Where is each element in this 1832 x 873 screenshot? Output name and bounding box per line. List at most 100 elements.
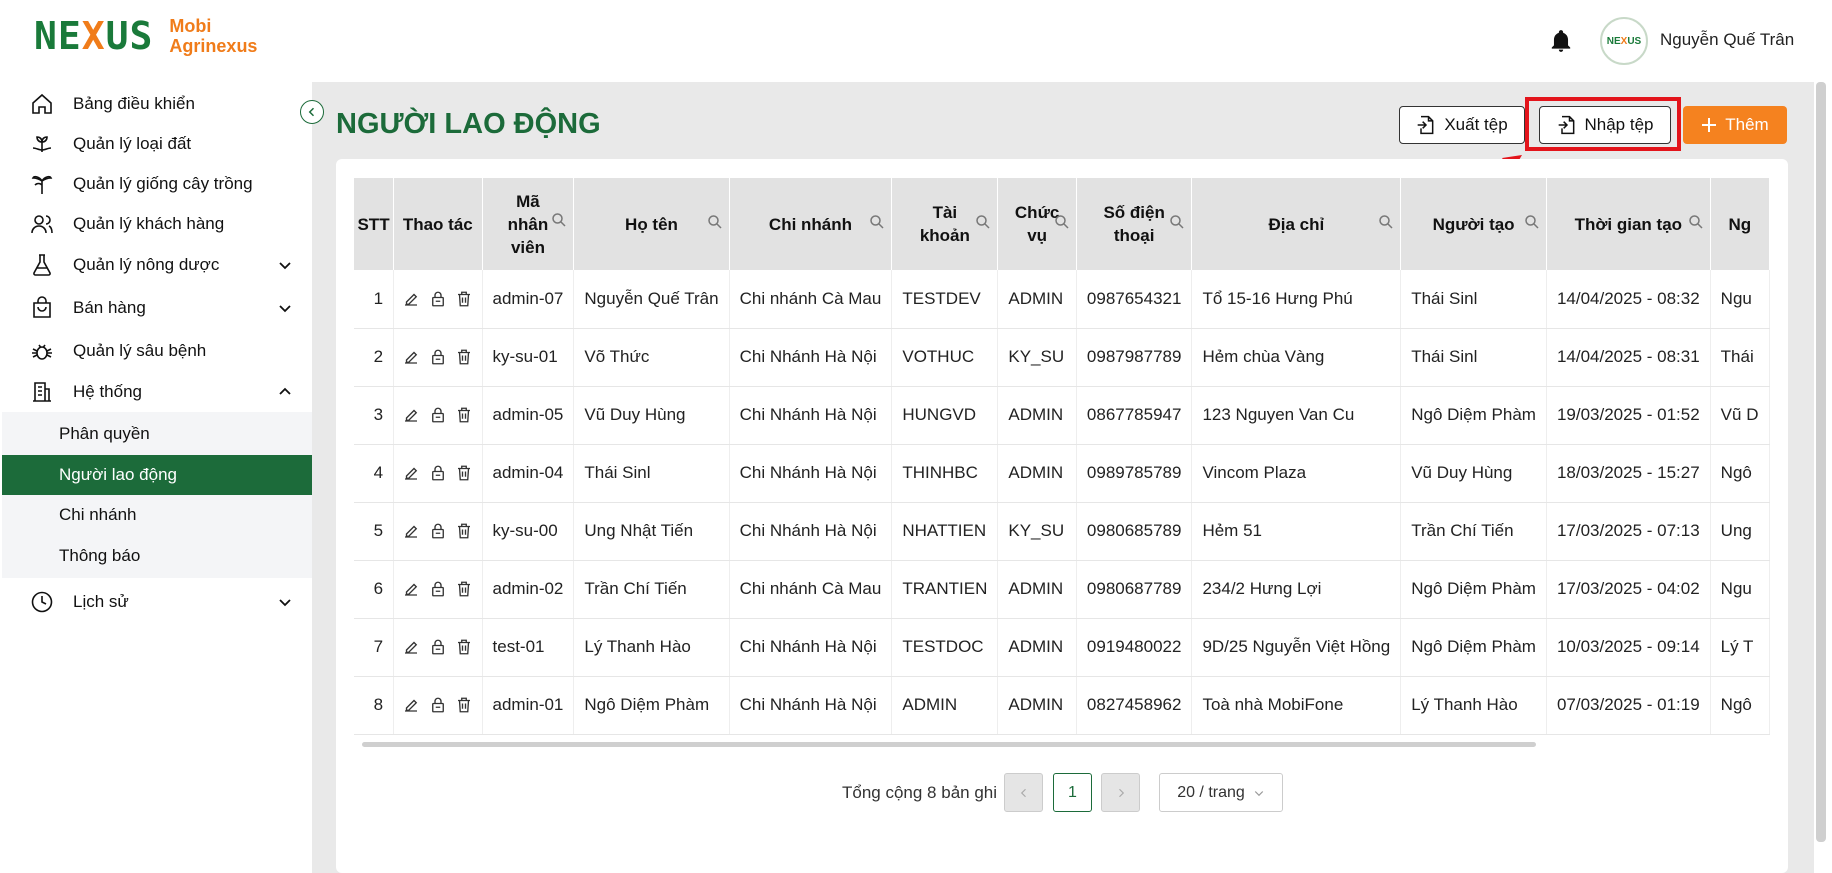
- col-header-address[interactable]: Địa chỉ: [1191, 178, 1402, 270]
- cell-phone: 0980685789: [1076, 502, 1193, 561]
- sidebar-subitem-branches[interactable]: Chi nhánh: [2, 495, 312, 535]
- sidebar-subitem-workers[interactable]: Người lao động: [2, 455, 312, 495]
- col-header-created[interactable]: Thời gian tạo: [1546, 178, 1711, 270]
- chevron-right-icon: [1118, 788, 1124, 797]
- building-icon: [33, 382, 51, 402]
- cell-name: Vũ Duy Hùng: [573, 386, 730, 445]
- search-icon[interactable]: [551, 212, 567, 228]
- search-icon[interactable]: [1524, 214, 1540, 230]
- brand-logo[interactable]: NEXUS Mobi Agrinexus: [34, 14, 257, 58]
- user-name[interactable]: Nguyễn Quế Trân: [1660, 30, 1794, 50]
- sidebar-item-sales[interactable]: Bán hàng: [0, 288, 312, 328]
- cell-account: TESTDEV: [891, 270, 999, 329]
- cell-name: Nguyễn Quế Trân: [573, 270, 730, 329]
- search-icon[interactable]: [707, 214, 723, 230]
- horizontal-scrollbar[interactable]: [362, 742, 1536, 747]
- col-header-role[interactable]: Chức vụ: [997, 178, 1077, 270]
- export-button-label: Xuất tệp: [1444, 115, 1508, 134]
- chevron-left-icon: [1020, 788, 1026, 797]
- table-header-row: STT Thao tác Mã nhân viên Họ tên Chi nhánh…: [354, 178, 1770, 270]
- col-header-actions: Thao tác: [393, 178, 483, 270]
- lock-icon[interactable]: [429, 406, 447, 424]
- lock-icon[interactable]: [429, 580, 447, 598]
- cell-stt: 5: [354, 502, 395, 561]
- lock-icon[interactable]: [429, 290, 447, 308]
- lock-icon[interactable]: [429, 696, 447, 714]
- lock-icon[interactable]: [429, 522, 447, 540]
- edit-icon[interactable]: [402, 696, 420, 714]
- prev-page-button[interactable]: [1004, 773, 1043, 812]
- edit-icon[interactable]: [402, 290, 420, 308]
- chevron-up-icon: [279, 387, 291, 395]
- sidebar-item-label: Quản lý giống cây trồng: [73, 174, 253, 193]
- avatar[interactable]: NE X US: [1600, 17, 1648, 65]
- add-button[interactable]: Thêm: [1683, 106, 1787, 144]
- col-header-code[interactable]: Mã nhân viên: [482, 178, 575, 270]
- col-header-branch[interactable]: Chi nhánh: [729, 178, 893, 270]
- delete-icon[interactable]: [455, 580, 473, 598]
- sidebar-item-customers[interactable]: Quản lý khách hàng: [0, 204, 312, 244]
- search-icon[interactable]: [1688, 214, 1704, 230]
- edit-icon[interactable]: [402, 464, 420, 482]
- delete-icon[interactable]: [455, 406, 473, 424]
- lock-icon[interactable]: [429, 464, 447, 482]
- delete-icon[interactable]: [455, 464, 473, 482]
- bell-icon[interactable]: [1548, 27, 1574, 55]
- col-header-updater[interactable]: Ng: [1710, 178, 1770, 270]
- sidebar-item-dashboard[interactable]: Bảng điều khiển: [0, 84, 312, 124]
- edit-icon[interactable]: [402, 638, 420, 656]
- lock-icon[interactable]: [429, 638, 447, 656]
- soil-icon: [32, 136, 52, 152]
- sidebar-item-pesticides[interactable]: Quản lý nông dược: [0, 245, 312, 285]
- sidebar-item-crops[interactable]: Quản lý giống cây trồng: [0, 164, 312, 204]
- col-header-name[interactable]: Họ tên: [573, 178, 730, 270]
- cell-code: test-01: [482, 618, 575, 677]
- cell-role: ADMIN: [997, 676, 1077, 735]
- delete-icon[interactable]: [455, 638, 473, 656]
- edit-icon[interactable]: [402, 348, 420, 366]
- sidebar-item-label: Lịch sử: [73, 592, 129, 611]
- cell-branch: Chi nhánh Cà Mau: [729, 560, 893, 619]
- sidebar-subitem-label: Chi nhánh: [59, 505, 137, 524]
- edit-icon[interactable]: [402, 522, 420, 540]
- cell-updater: Vũ D: [1710, 386, 1770, 445]
- sidebar-item-system[interactable]: Hệ thống: [0, 372, 312, 412]
- search-icon[interactable]: [1378, 214, 1394, 230]
- chevron-down-icon: [279, 599, 291, 607]
- search-icon[interactable]: [1054, 214, 1070, 230]
- col-header-creator[interactable]: Người tạo: [1400, 178, 1547, 270]
- sidebar-item-pests[interactable]: Quản lý sâu bệnh: [0, 331, 312, 371]
- home-icon: [32, 93, 52, 114]
- delete-icon[interactable]: [455, 348, 473, 366]
- next-page-button[interactable]: [1101, 773, 1140, 812]
- delete-icon[interactable]: [455, 522, 473, 540]
- delete-icon[interactable]: [455, 290, 473, 308]
- sidebar-item-history[interactable]: Lịch sử: [0, 582, 312, 622]
- sidebar-item-label: Quản lý khách hàng: [73, 214, 225, 233]
- cell-branch: Chi Nhánh Hà Nội: [729, 618, 893, 677]
- sidebar-subitem-permissions[interactable]: Phân quyền: [2, 414, 312, 454]
- cell-account: VOTHUC: [891, 328, 999, 387]
- edit-icon[interactable]: [402, 406, 420, 424]
- export-button[interactable]: Xuất tệp: [1399, 106, 1525, 144]
- search-icon[interactable]: [869, 214, 885, 230]
- users-icon: [31, 215, 53, 234]
- search-icon[interactable]: [1169, 214, 1185, 230]
- page-size-select[interactable]: 20 / trang: [1159, 773, 1283, 812]
- col-header-phone[interactable]: Số điện thoại: [1076, 178, 1193, 270]
- cell-creator: Trần Chí Tiến: [1400, 502, 1547, 561]
- sidebar-subitem-notifications[interactable]: Thông báo: [2, 536, 312, 576]
- sidebar-collapse-button[interactable]: [300, 100, 324, 124]
- page-1-button[interactable]: 1: [1053, 773, 1092, 812]
- delete-icon[interactable]: [455, 696, 473, 714]
- lock-icon[interactable]: [429, 348, 447, 366]
- col-header-account[interactable]: Tài khoản: [891, 178, 999, 270]
- vertical-scrollbar[interactable]: [1816, 82, 1826, 842]
- search-icon[interactable]: [975, 214, 991, 230]
- add-button-label: Thêm: [1725, 115, 1769, 134]
- sidebar-item-soil[interactable]: Quản lý loại đất: [0, 124, 312, 164]
- cell-actions: [393, 560, 483, 619]
- cell-updater: Thái: [1710, 328, 1770, 387]
- edit-icon[interactable]: [402, 580, 420, 598]
- cell-actions: [393, 270, 483, 329]
